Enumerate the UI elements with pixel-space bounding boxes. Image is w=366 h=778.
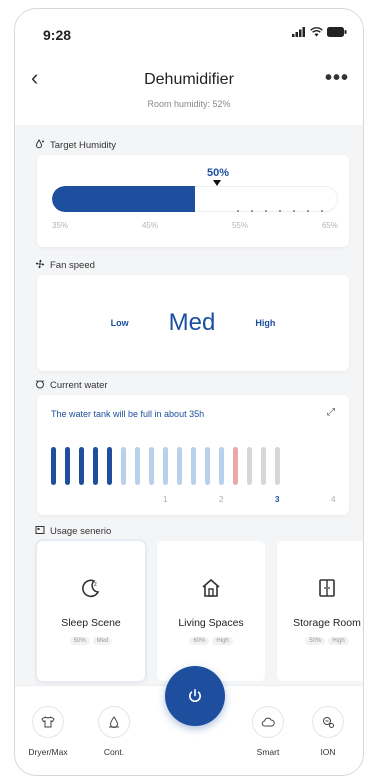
scene-tag: 50%: [305, 637, 326, 645]
dryer-max-label: Dryer/Max: [28, 747, 68, 757]
scene-name: Storage Room: [293, 617, 361, 629]
scene-card-sleep[interactable]: z Sleep Scene 50% Med: [37, 541, 145, 681]
slider-ticks: [237, 210, 338, 212]
humidity-scale: 35% 45% 55% 65%: [52, 221, 338, 230]
scene-tag: High: [212, 637, 233, 645]
cloud-icon: [252, 706, 284, 738]
signal-icon: [292, 27, 305, 37]
humidity-slider-fill: [52, 186, 195, 212]
water-bar-label: 2: [219, 495, 224, 504]
current-water-card: The water tank will be full in about 35h…: [37, 395, 349, 515]
water-bar: [149, 447, 154, 485]
water-bar: [233, 447, 238, 485]
water-bar-label: 1: [163, 495, 168, 504]
page-title: Dehumidifier: [144, 71, 234, 88]
fan-speed-card: Low Med High: [37, 275, 349, 371]
svg-text:z: z: [94, 582, 97, 588]
target-humidity-label: Target Humidity: [50, 140, 116, 151]
battery-icon: [327, 27, 347, 37]
water-bar: [177, 447, 182, 485]
scene-tags: 50% Med: [37, 637, 145, 645]
power-button[interactable]: [165, 666, 225, 726]
dryer-max-button[interactable]: Dryer/Max: [21, 706, 75, 757]
more-options-icon[interactable]: •••: [325, 67, 349, 90]
scene-tags: 50% High: [277, 637, 363, 645]
target-humidity-heading: Target Humidity: [35, 139, 116, 152]
water-bar: [219, 447, 224, 485]
water-bar: [191, 447, 196, 485]
cabinet-icon: [277, 577, 363, 605]
water-bar: [107, 447, 112, 485]
water-bar: [93, 447, 98, 485]
phone-frame: 9:28 ‹ Dehumidifier Room humidity: 52% •…: [14, 8, 364, 776]
scale-label: 35%: [52, 221, 69, 230]
water-bar-label-active: 3: [275, 495, 280, 504]
fan-speed-heading: Fan speed: [35, 259, 95, 272]
scene-card-living[interactable]: Living Spaces 60% High: [157, 541, 265, 681]
nav-header: ‹ Dehumidifier Room humidity: 52% •••: [15, 61, 363, 125]
current-water-label: Current water: [50, 380, 108, 391]
room-humidity-text: Room humidity: 52%: [147, 99, 231, 109]
water-tank-message: The water tank will be full in about 35h: [51, 409, 205, 419]
water-bar: [275, 447, 280, 485]
water-bar: [121, 447, 126, 485]
fan-high-option[interactable]: High: [255, 318, 275, 328]
ion-label: ION: [320, 747, 336, 757]
smart-button[interactable]: Smart: [241, 706, 295, 757]
water-bar: [79, 447, 84, 485]
power-icon: [189, 688, 201, 703]
drop-icon: [98, 706, 130, 738]
ion-icon: [312, 706, 344, 738]
continuous-label: Cont.: [103, 747, 125, 757]
fan-icon: [35, 259, 45, 272]
water-bar: [135, 447, 140, 485]
scene-tags: 60% High: [157, 637, 265, 645]
smart-label: Smart: [256, 747, 280, 757]
water-bar-label: 4: [331, 495, 336, 504]
scene-tag: 60%: [189, 637, 210, 645]
scene-card-storage[interactable]: Storage Room 50% High: [277, 541, 363, 681]
continuous-button[interactable]: Cont.: [87, 706, 141, 757]
status-bar: 9:28: [15, 9, 363, 61]
expand-icon[interactable]: ⤢: [327, 407, 335, 418]
water-tank-icon: [35, 379, 45, 392]
fan-speed-selector: Low Med High: [37, 275, 349, 371]
humidity-drop-icon: [35, 139, 45, 152]
status-icons: [292, 27, 347, 37]
usage-scenario-label: Usage senerio: [50, 526, 112, 537]
scene-tag: High: [328, 637, 349, 645]
water-bar: [163, 447, 168, 485]
target-humidity-card: 50% 35% 45% 55% 65%: [37, 155, 349, 247]
scene-tag: Med: [92, 637, 113, 645]
fan-speed-label: Fan speed: [50, 260, 95, 271]
water-level-bars: [51, 447, 280, 485]
house-icon: [157, 577, 265, 605]
status-time: 9:28: [43, 27, 72, 43]
wifi-icon: [310, 27, 323, 37]
water-bar: [205, 447, 210, 485]
usage-scenario-heading: Usage senerio: [35, 525, 111, 538]
scale-label: 55%: [231, 221, 248, 230]
water-bar: [261, 447, 266, 485]
water-bar: [51, 447, 56, 485]
fan-med-option[interactable]: Med: [169, 309, 216, 337]
scene-name: Living Spaces: [178, 617, 244, 629]
shirt-icon: [32, 706, 64, 738]
humidity-slider[interactable]: [52, 186, 338, 212]
ion-button[interactable]: ION: [301, 706, 355, 757]
scene-list: z Sleep Scene 50% Med Living Spaces 60% …: [37, 541, 363, 687]
water-bar: [65, 447, 70, 485]
water-bar: [247, 447, 252, 485]
current-water-heading: Current water: [35, 379, 108, 392]
moon-icon: z: [37, 577, 145, 605]
humidity-value: 50%: [207, 167, 230, 179]
scene-name: Sleep Scene: [61, 617, 121, 629]
fan-low-option[interactable]: Low: [111, 318, 129, 328]
scene-tag: 50%: [69, 637, 90, 645]
scale-label: 45%: [141, 221, 158, 230]
scene-icon: [35, 525, 45, 538]
scale-label: 65%: [321, 221, 338, 230]
